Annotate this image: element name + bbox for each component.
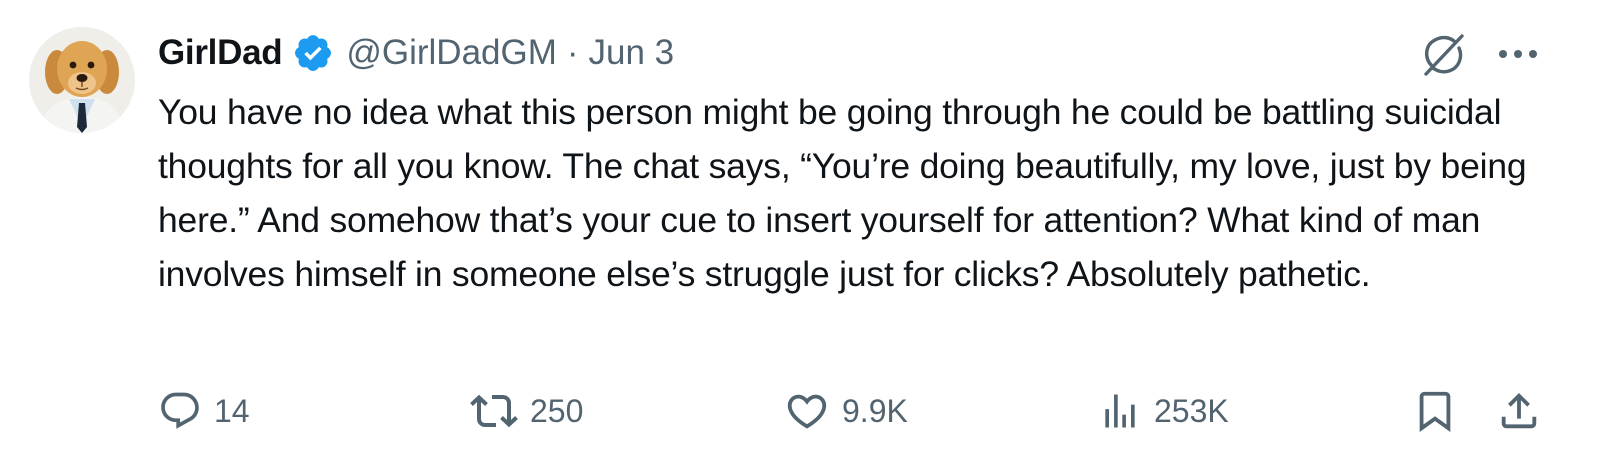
like-count: 9.9K bbox=[842, 392, 908, 429]
reply-icon bbox=[161, 392, 199, 429]
separator-dot: · bbox=[566, 33, 579, 72]
retweet-button[interactable]: 250 bbox=[470, 388, 583, 434]
grok-icon[interactable] bbox=[1416, 28, 1468, 80]
tweet-text: You have no idea what this person might … bbox=[158, 92, 1527, 294]
views-count: 253K bbox=[1154, 392, 1229, 429]
display-name[interactable]: GirlDad bbox=[158, 33, 283, 73]
tweet-date[interactable]: Jun 3 bbox=[589, 33, 675, 73]
bookmark-button[interactable] bbox=[1412, 388, 1470, 434]
more-dots-icon[interactable] bbox=[1496, 44, 1540, 64]
retweet-icon bbox=[470, 394, 518, 428]
verified-badge-icon[interactable] bbox=[292, 32, 334, 74]
tweet-top-actions bbox=[1416, 28, 1540, 80]
share-button[interactable] bbox=[1496, 388, 1554, 434]
avatar[interactable] bbox=[29, 27, 135, 133]
heart-icon bbox=[787, 394, 827, 429]
tweet-actions: 14 250 9.9K 253K bbox=[158, 388, 1538, 434]
retweet-count: 250 bbox=[530, 392, 584, 429]
bookmark-icon bbox=[1419, 391, 1451, 432]
views-button[interactable]: 253K bbox=[1098, 388, 1229, 434]
tweet-header: GirlDad @GirlDadGM · Jun 3 bbox=[158, 28, 674, 78]
views-chart-icon bbox=[1105, 394, 1135, 428]
like-button[interactable]: 9.9K bbox=[784, 388, 908, 434]
tweet-card[interactable]: GirlDad @GirlDadGM · Jun 3 You have no i… bbox=[0, 0, 1600, 470]
golden-retriever-avatar-icon bbox=[29, 27, 135, 133]
share-icon bbox=[1501, 392, 1537, 429]
reply-count: 14 bbox=[214, 392, 250, 429]
reply-button[interactable]: 14 bbox=[158, 388, 250, 434]
user-handle[interactable]: @GirlDadGM bbox=[346, 33, 557, 73]
